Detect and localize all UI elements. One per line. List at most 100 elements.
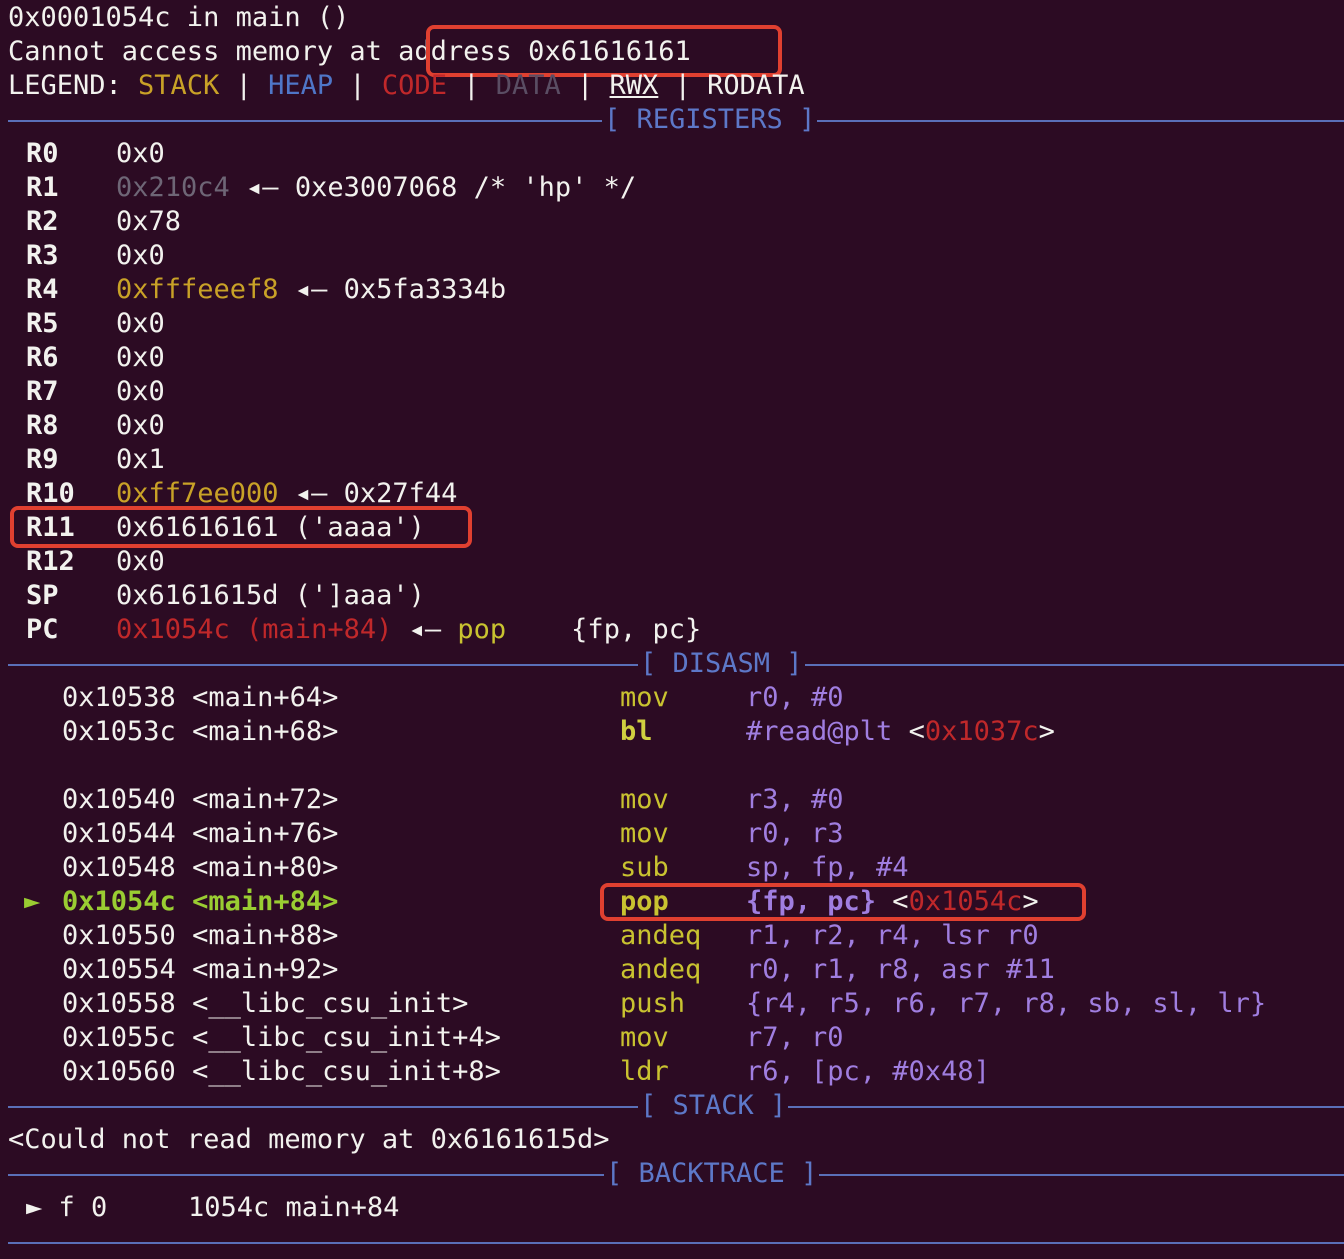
disasm-addr-text: 0x1055c xyxy=(62,1022,176,1053)
register-name: R6 xyxy=(26,342,59,373)
disasm-addr: 0x10548 <main+80> xyxy=(62,851,338,885)
legend-data: DATA xyxy=(495,70,561,101)
disasm-args: r0, r1, r8, asr #11 xyxy=(746,954,1055,985)
disasm-sym: <main+76> xyxy=(192,818,339,849)
disasm-separator: [ DISASM ] xyxy=(8,647,1344,681)
bottom-separator xyxy=(8,1225,1344,1259)
disasm-addr: 0x10550 <main+88> xyxy=(62,919,338,953)
disasm-op: mov xyxy=(620,818,669,849)
disasm-addr: 0x10554 <main+92> xyxy=(62,953,338,987)
disasm-addr-text: 0x1053c xyxy=(62,716,176,747)
register-row-r6: R6 0x0 xyxy=(26,341,165,375)
disasm-sym: <main+68> xyxy=(192,716,339,747)
disasm-addr-current: 0x1054c <main+84> xyxy=(62,885,338,919)
disasm-sym: <main+80> xyxy=(192,852,339,883)
legend-heap: HEAP xyxy=(268,70,334,101)
disasm-addr: 0x1053c <main+68> xyxy=(62,715,338,749)
disasm-section-title: [ DISASM ] xyxy=(638,647,805,681)
legend-line: LEGEND: STACK | HEAP | CODE | DATA | RWX… xyxy=(8,69,805,103)
register-value: 0xfffeeef8 xyxy=(116,274,279,305)
disasm-addr: 0x10540 <main+72> xyxy=(62,783,338,817)
register-name: R7 xyxy=(26,376,59,407)
register-value: 0x0 xyxy=(116,138,165,169)
backtrace-marker-icon: ► xyxy=(26,1192,43,1223)
legend-rwx: RWX xyxy=(609,70,659,101)
disasm-target-pre: < xyxy=(892,716,925,747)
register-deref: ◂— 0x27f44 xyxy=(278,478,458,509)
backtrace-frame-0: ► f 0 xyxy=(26,1191,107,1225)
register-row-r5: R5 0x0 xyxy=(26,307,165,341)
disasm-args: #read@plt <0x1037c> xyxy=(746,715,1055,749)
legend-label: LEGEND: xyxy=(8,70,139,101)
register-row-r3: R3 0x0 xyxy=(26,239,165,273)
register-value: 0x6161615d (']aaa') xyxy=(116,580,425,611)
disasm-addr-text: 0x10548 xyxy=(62,852,176,883)
disasm-op: bl xyxy=(620,716,653,747)
disasm-sym: <main+64> xyxy=(192,682,339,713)
disasm-op: mov xyxy=(620,1022,669,1053)
register-name: R4 xyxy=(26,274,59,305)
backtrace-frame: f 0 xyxy=(42,1192,108,1223)
legend-sep: | xyxy=(658,70,708,101)
legend-rodata: RODATA xyxy=(707,70,805,101)
registers-section-title: [ REGISTERS ] xyxy=(602,103,818,137)
disasm-op: push xyxy=(620,988,686,1019)
disasm-sym: <main+84> xyxy=(192,886,339,917)
register-value: 0x0 xyxy=(116,342,165,373)
register-name: R8 xyxy=(26,410,59,441)
disasm-target-post: > xyxy=(1038,716,1055,747)
register-value: 0x1 xyxy=(116,444,165,475)
disasm-sym: <main+92> xyxy=(192,954,339,985)
disasm-addr-text: 0x10538 xyxy=(62,682,176,713)
disasm-addr-text: 0x10544 xyxy=(62,818,176,849)
disasm-args: sp, fp, #4 xyxy=(746,852,909,883)
disasm-args: r3, #0 xyxy=(746,784,844,815)
register-value: 0x1054c (main+84) xyxy=(116,614,393,645)
register-args: {fp, pc} xyxy=(506,614,702,645)
disasm-sym: <__libc_csu_init+8> xyxy=(192,1056,501,1087)
current-instruction-marker-icon: ► xyxy=(24,886,41,917)
disasm-sym: <main+88> xyxy=(192,920,339,951)
disasm-op: sub xyxy=(620,852,669,883)
disasm-addr-text: 0x1054c xyxy=(62,886,176,917)
register-row-r0: R0 0x0 xyxy=(26,137,165,171)
register-value: 0x0 xyxy=(116,376,165,407)
register-name: R9 xyxy=(26,444,59,475)
registers-separator: [ REGISTERS ] xyxy=(8,103,1344,137)
register-name: R5 xyxy=(26,308,59,339)
register-name: SP xyxy=(26,580,59,611)
register-value: 0x0 xyxy=(116,240,165,271)
register-name: R3 xyxy=(26,240,59,271)
register-row-pc: PC 0x1054c (main+84) ◂— pop {fp, pc} xyxy=(26,613,701,647)
register-row-r2: R2 0x78 xyxy=(26,205,181,239)
highlight-box-r11 xyxy=(10,506,472,548)
disasm-sym: <__libc_csu_init> xyxy=(192,988,469,1019)
disasm-addr-text: 0x10554 xyxy=(62,954,176,985)
disasm-sym: <main+72> xyxy=(192,784,339,815)
disasm-addr: 0x1055c <__libc_csu_init+4> xyxy=(62,1021,501,1055)
stack-section-title: [ STACK ] xyxy=(638,1089,789,1123)
register-name: R0 xyxy=(26,138,59,169)
disasm-addr: 0x10558 <__libc_csu_init> xyxy=(62,987,468,1021)
register-name: R2 xyxy=(26,206,59,237)
register-deref: ◂— 0xe3007068 /* 'hp' */ xyxy=(229,172,637,203)
disasm-addr-text: 0x10540 xyxy=(62,784,176,815)
disasm-args: r0, r3 xyxy=(746,818,844,849)
disasm-addr-text: 0x10550 xyxy=(62,920,176,951)
register-row-r9: R9 0x1 xyxy=(26,443,165,477)
legend-sep: | xyxy=(219,70,269,101)
register-value: 0xff7ee000 xyxy=(116,478,279,509)
stack-error-message: <Could not read memory at 0x6161615d> xyxy=(8,1124,610,1155)
stop-location-text: 0x0001054c in main () xyxy=(8,2,350,33)
register-name: R12 xyxy=(26,546,75,577)
disasm-args: r0, #0 xyxy=(746,682,844,713)
disasm-op: andeq xyxy=(620,920,702,951)
register-row-sp: SP 0x6161615d (']aaa') xyxy=(26,579,425,613)
disasm-args: r1, r2, r4, lsr r0 xyxy=(746,920,1039,951)
register-row-r8: R8 0x0 xyxy=(26,409,165,443)
backtrace-addr: 1054c xyxy=(188,1192,270,1223)
register-op: pop xyxy=(457,614,507,645)
register-value: 0x78 xyxy=(116,206,182,237)
disasm-addr: 0x10538 <main+64> xyxy=(62,681,338,715)
disasm-args: r7, r0 xyxy=(746,1022,844,1053)
